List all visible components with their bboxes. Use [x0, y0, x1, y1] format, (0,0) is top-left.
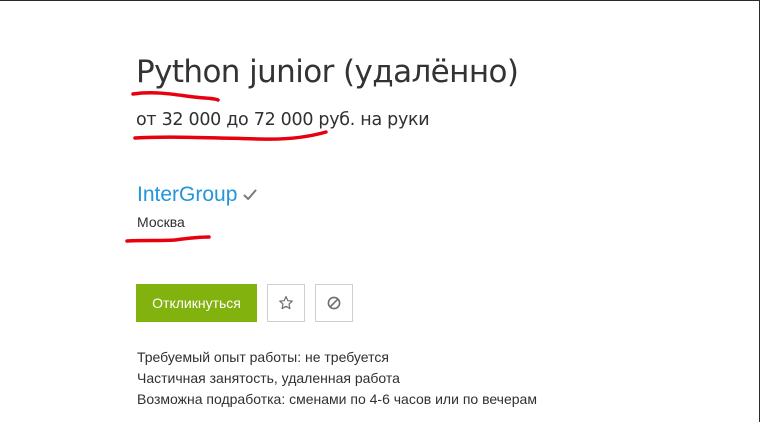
salary-text: от 32 000 до 72 000 руб. на руки: [136, 110, 430, 130]
hide-vacancy-button[interactable]: [315, 284, 353, 322]
employer-link[interactable]: InterGroup: [137, 181, 237, 209]
block-icon: [326, 295, 342, 311]
salary-underline-mark: [133, 130, 328, 141]
favorite-button[interactable]: [267, 284, 305, 322]
title-underline-mark: [131, 91, 220, 102]
star-icon: [278, 295, 294, 311]
schedule-line: Возможна подработка: сменами по 4-6 часо…: [137, 391, 537, 407]
employment-line: Частичная занятость, удаленная работа: [137, 370, 400, 386]
city-text: Москва: [137, 214, 185, 230]
vacancy-title: Python junior (удалённо): [136, 54, 519, 90]
window-edge-top: [0, 0, 760, 1]
city-underline-mark: [125, 235, 211, 243]
respond-button[interactable]: Откликнуться: [136, 284, 257, 322]
experience-line: Требуемый опыт работы: не требуется: [137, 349, 389, 365]
check-icon: [242, 187, 258, 203]
vacancy-details: Требуемый опыт работы: не требуется Част…: [137, 347, 537, 410]
employer-block: InterGroup: [137, 181, 258, 209]
